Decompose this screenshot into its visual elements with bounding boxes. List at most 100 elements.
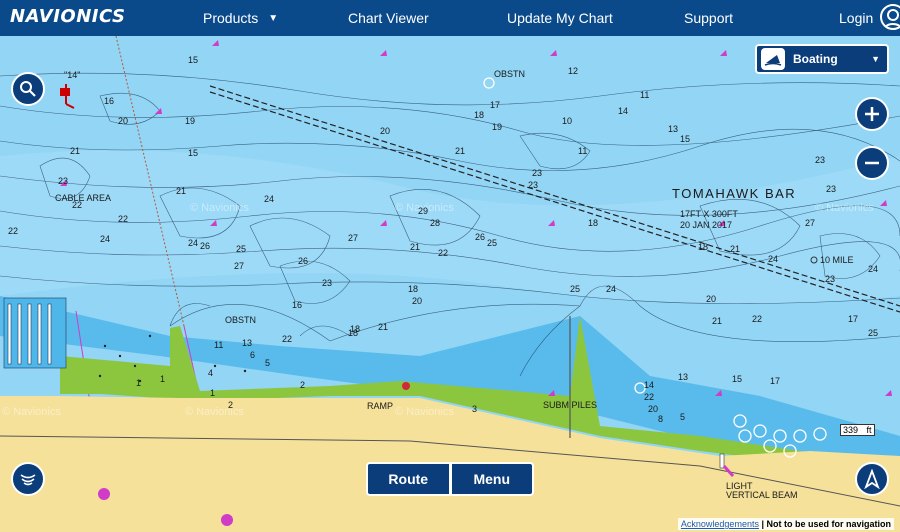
depth-sounding: 10	[562, 116, 572, 126]
depth-sounding: 18	[348, 328, 358, 338]
depth-sounding: 22	[438, 248, 448, 258]
scale-unit: ft	[866, 425, 872, 435]
nautical-chart-map[interactable]: © Navionics © Navionics © Navionics © Na…	[0, 36, 900, 532]
mode-label: Boating	[793, 52, 838, 66]
depth-sounding: 23	[322, 278, 332, 288]
label-obstn-2: OBSTN	[225, 315, 256, 325]
depth-sounding: 24	[100, 234, 110, 244]
depth-sounding: 22	[72, 200, 82, 210]
depth-sounding: 19	[492, 122, 502, 132]
nav-chart-viewer-label: Chart Viewer	[348, 10, 429, 26]
acknowledgements-link[interactable]: Acknowledgements	[681, 519, 759, 529]
depth-sounding: 17	[848, 314, 858, 324]
user-avatar-icon[interactable]	[880, 4, 900, 30]
scale-indicator: 339 ft	[840, 424, 875, 436]
sonar-layer-button[interactable]	[11, 462, 45, 496]
depth-sounding: 25	[868, 328, 878, 338]
depth-sounding: 27	[234, 261, 244, 271]
nav-update-my-chart[interactable]: Update My Chart	[507, 0, 613, 36]
label-tomahawk-date: 20 JAN 2017	[680, 220, 732, 230]
nav-chart-viewer[interactable]: Chart Viewer	[348, 0, 429, 36]
search-button[interactable]	[11, 72, 45, 106]
depth-sounding: 15	[188, 148, 198, 158]
watermark-6: © Navionics	[2, 406, 61, 418]
zoom-out-button[interactable]	[855, 146, 889, 180]
route-button[interactable]: Route	[366, 462, 451, 496]
navionics-logo[interactable]: NAVIONICS	[10, 4, 126, 28]
zoom-in-button[interactable]	[855, 97, 889, 131]
nav-products-label: Products	[203, 10, 259, 26]
depth-sounding: 21	[378, 322, 388, 332]
depth-sounding: 23	[58, 176, 68, 186]
depth-sounding: 20	[706, 294, 716, 304]
depth-sounding: 15	[680, 134, 690, 144]
label-10-mile: 10 MILE	[820, 255, 854, 265]
search-icon	[20, 81, 36, 97]
depth-sounding: 21	[410, 242, 420, 252]
caret-down-icon: ▼	[871, 54, 880, 64]
depth-sounding: 19	[185, 116, 195, 126]
top-navbar: NAVIONICS Products ▼ Chart Viewer Update…	[0, 0, 900, 36]
depth-sounding: 25	[236, 244, 246, 254]
depth-sounding: 11	[578, 146, 587, 156]
depth-sounding: 21	[730, 244, 740, 254]
login-label: Login	[839, 10, 874, 26]
depth-sounding: 24	[768, 254, 778, 264]
depth-sounding: 21	[176, 186, 186, 196]
depth-sounding: 23	[532, 168, 542, 178]
depth-sounding: 20	[648, 404, 658, 414]
ramp-marker[interactable]	[402, 382, 410, 390]
depth-sounding: 1	[136, 378, 141, 388]
watermark-1: © Navionics	[185, 406, 244, 418]
label-obstn-1: OBSTN	[494, 69, 525, 79]
depth-sounding: 17	[490, 100, 500, 110]
plus-icon	[865, 107, 879, 121]
depth-sounding: 18	[698, 242, 708, 252]
depth-sounding: 25	[487, 238, 497, 248]
label-tomahawk-size: 17FT X 300FT	[680, 209, 738, 219]
depth-sounding: 5	[265, 358, 270, 368]
logo-text: NAVIONICS	[10, 5, 126, 27]
depth-sounding: 2	[228, 400, 233, 410]
depth-sounding: 17	[770, 376, 780, 386]
depth-sounding: 18	[408, 284, 418, 294]
boating-logo-icon	[761, 48, 785, 70]
depth-sounding: 13	[678, 372, 688, 382]
bottom-button-group: Route Menu	[366, 462, 534, 496]
depth-sounding: 21	[712, 316, 722, 326]
depth-sounding: 24	[264, 194, 274, 204]
depth-sounding: 8	[658, 414, 663, 424]
depth-sounding: 15	[188, 55, 198, 65]
depth-sounding: 20	[118, 116, 128, 126]
navigation-disclaimer: | Not to be used for navigation	[761, 519, 891, 529]
depth-sounding: 26	[298, 256, 308, 266]
mode-selector[interactable]: Boating ▼	[755, 44, 889, 74]
depth-sounding: 20	[380, 126, 390, 136]
depth-sounding: 13	[668, 124, 678, 134]
depth-sounding: 21	[455, 146, 465, 156]
depth-sounding: 3	[472, 404, 477, 414]
label-tomahawk-bar: TOMAHAWK BAR	[672, 186, 796, 201]
login-link[interactable]: Login	[839, 0, 873, 36]
depth-sounding: 11	[214, 340, 223, 350]
label-subm-piles: SUBM PILES	[543, 400, 597, 410]
depth-sounding: 27	[805, 218, 815, 228]
depth-sounding: 1	[160, 374, 165, 384]
nav-support[interactable]: Support	[684, 0, 733, 36]
chevron-down-icon: ▼	[268, 12, 279, 24]
watermark-3: © Navionics	[190, 202, 249, 214]
buoy-marker-2[interactable]	[221, 514, 233, 526]
buoy-marker-1[interactable]	[98, 488, 110, 500]
compass-button[interactable]	[855, 462, 889, 496]
depth-sounding: 25	[570, 284, 580, 294]
depth-sounding: 6	[250, 350, 255, 360]
nav-support-label: Support	[684, 10, 734, 26]
scale-value: 339	[843, 425, 859, 435]
watermark-5: © Navionics	[815, 202, 874, 214]
depth-sounding: 23	[528, 180, 538, 190]
depth-sounding: 16	[292, 300, 302, 310]
menu-button[interactable]: Menu	[450, 462, 534, 496]
depth-sounding: 16	[104, 96, 114, 106]
nav-products[interactable]: Products ▼	[203, 0, 278, 36]
depth-sounding: 15	[732, 374, 742, 384]
